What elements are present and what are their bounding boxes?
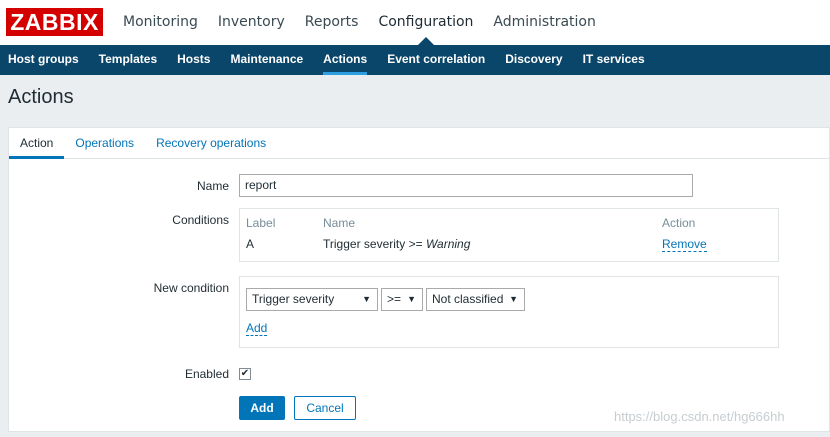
main-menu-configuration[interactable]: Configuration bbox=[378, 0, 473, 45]
zabbix-logo[interactable]: ZABBIX bbox=[6, 8, 103, 36]
chevron-down-icon: ▼ bbox=[362, 294, 371, 304]
sub-menu-templates[interactable]: Templates bbox=[99, 45, 157, 75]
enabled-checkbox[interactable]: ✔ bbox=[239, 368, 251, 380]
sub-menu: Host groups Templates Hosts Maintenance … bbox=[0, 45, 830, 75]
sub-menu-maintenance[interactable]: Maintenance bbox=[230, 45, 303, 75]
cancel-button[interactable]: Cancel bbox=[294, 396, 356, 420]
conditions-table: Label Name Action A Trigger severity >= … bbox=[239, 208, 779, 262]
conditions-label: Conditions bbox=[172, 213, 229, 227]
name-label: Name bbox=[196, 179, 229, 193]
sub-menu-host-groups[interactable]: Host groups bbox=[8, 45, 79, 75]
condition-value-value: Not classified bbox=[432, 292, 504, 306]
tab-action[interactable]: Action bbox=[9, 128, 65, 159]
page-title: Actions bbox=[8, 86, 74, 108]
main-menu-inventory[interactable]: Inventory bbox=[218, 0, 285, 45]
remove-condition-link[interactable]: Remove bbox=[662, 237, 707, 252]
sub-menu-hosts[interactable]: Hosts bbox=[177, 45, 210, 75]
sub-menu-bar: Host groups Templates Hosts Maintenance … bbox=[0, 45, 830, 75]
watermark: https://blog.csdn.net/hg666hh bbox=[614, 409, 785, 424]
new-condition-box: Trigger severity ▼ >= ▼ Not classified ▼… bbox=[239, 276, 779, 348]
sub-menu-actions[interactable]: Actions bbox=[323, 45, 368, 75]
add-button[interactable]: Add bbox=[239, 396, 285, 420]
condition-row-name-prefix: Trigger severity >= bbox=[323, 237, 426, 251]
tab-operations[interactable]: Operations bbox=[64, 128, 145, 158]
top-header: ZABBIX Monitoring Inventory Reports Conf… bbox=[0, 0, 830, 45]
main-menu-monitoring[interactable]: Monitoring bbox=[123, 0, 198, 45]
condition-type-select[interactable]: Trigger severity ▼ bbox=[246, 288, 378, 311]
main-menu-reports[interactable]: Reports bbox=[305, 0, 359, 45]
chevron-down-icon: ▼ bbox=[509, 294, 518, 304]
condition-operator-select[interactable]: >= ▼ bbox=[381, 288, 423, 311]
enabled-label: Enabled bbox=[184, 367, 229, 381]
main-menu: Monitoring Inventory Reports Configurati… bbox=[123, 0, 616, 45]
sub-menu-event-correlation[interactable]: Event correlation bbox=[387, 45, 485, 75]
add-condition-link[interactable]: Add bbox=[246, 322, 268, 336]
conditions-header-name: Name bbox=[323, 216, 356, 230]
condition-row-name-value: Warning bbox=[425, 237, 471, 251]
conditions-header-label: Label bbox=[246, 216, 276, 230]
condition-operator-value: >= bbox=[387, 292, 402, 306]
new-condition-label: New condition bbox=[153, 281, 229, 295]
sub-menu-discovery[interactable]: Discovery bbox=[505, 45, 562, 75]
action-form-panel: Action Operations Recovery operations Na… bbox=[8, 127, 830, 432]
condition-row-action: Remove bbox=[662, 237, 707, 252]
condition-type-value: Trigger severity bbox=[252, 292, 335, 306]
condition-row-label: A bbox=[246, 237, 255, 251]
tab-recovery-operations[interactable]: Recovery operations bbox=[145, 128, 277, 158]
form-tabs: Action Operations Recovery operations bbox=[9, 128, 829, 159]
main-menu-administration[interactable]: Administration bbox=[493, 0, 595, 45]
condition-value-select[interactable]: Not classified ▼ bbox=[426, 288, 525, 311]
name-input[interactable]: report bbox=[239, 174, 693, 197]
chevron-down-icon: ▼ bbox=[407, 294, 416, 304]
condition-row-name: Trigger severity >= Warning bbox=[323, 237, 470, 251]
conditions-header-action: Action bbox=[662, 216, 696, 230]
sub-menu-it-services[interactable]: IT services bbox=[583, 45, 645, 75]
